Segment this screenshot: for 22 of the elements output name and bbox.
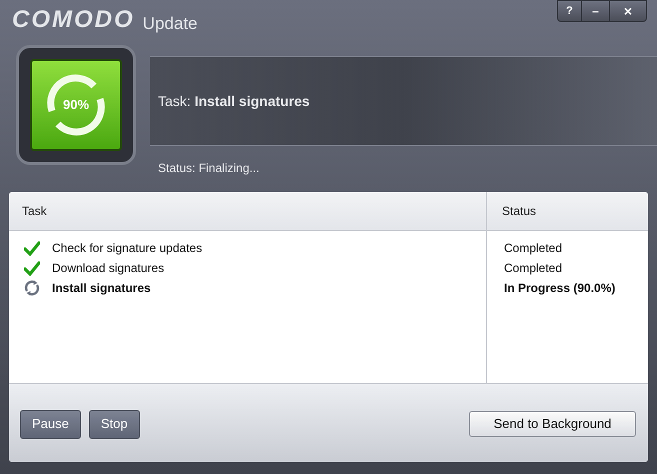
task-name: Download signatures xyxy=(52,260,164,277)
minimize-button[interactable]: – xyxy=(582,1,610,21)
task-name: Check for signature updates xyxy=(52,240,202,257)
task-status: Completed xyxy=(504,240,562,257)
send-to-background-button[interactable]: Send to Background xyxy=(469,411,636,437)
column-header: Status xyxy=(501,203,538,220)
column-header: Task xyxy=(9,192,487,230)
task-status: Completed xyxy=(504,260,562,277)
task-name: Install signatures xyxy=(52,280,151,297)
pause-button[interactable]: Pause xyxy=(20,410,81,438)
window-title: Update xyxy=(142,15,198,32)
check-icon xyxy=(24,260,40,276)
check-icon xyxy=(24,240,40,256)
status-text: Status: Finalizing... xyxy=(157,160,260,177)
stop-button[interactable]: Stop xyxy=(88,410,140,438)
close-button[interactable]: × xyxy=(610,1,646,21)
brand-logo: COMODO xyxy=(12,8,135,32)
task-text: Task: Install signatures xyxy=(158,92,310,111)
task-status: In Progress (90.0%) xyxy=(504,280,616,297)
help-button[interactable]: ? xyxy=(558,1,582,21)
refresh-icon xyxy=(24,280,40,296)
progress-percent: 90% xyxy=(62,96,90,114)
